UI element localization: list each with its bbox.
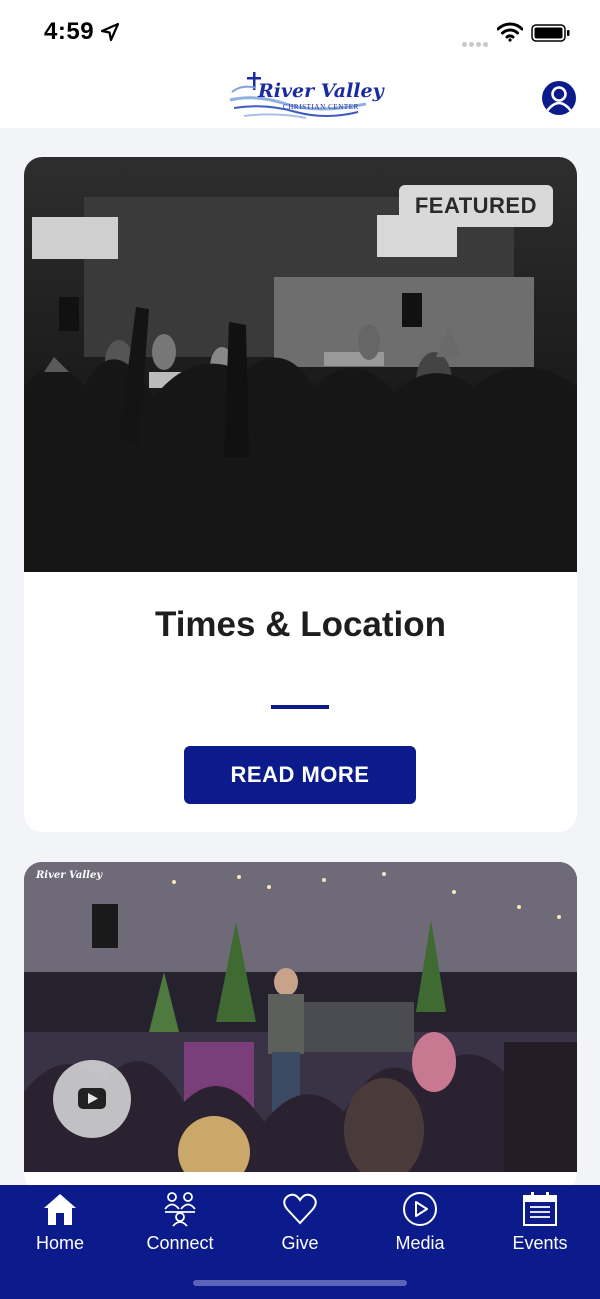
tab-events-label: Events (512, 1233, 568, 1253)
calendar-icon (523, 1192, 557, 1226)
logo-subtitle: CHRISTIAN CENTER (283, 103, 359, 111)
church-logo[interactable]: River Valley CHRISTIAN CENTER (226, 70, 384, 124)
tab-give-label: Give (281, 1233, 319, 1253)
person-circle-icon (545, 86, 573, 112)
battery-icon (531, 24, 570, 42)
worship-photo: FEATURED (24, 157, 577, 572)
featured-badge: FEATURED (398, 185, 553, 227)
people-icon (164, 1192, 196, 1227)
tab-media[interactable]: Media (360, 1185, 480, 1265)
tab-give[interactable]: Give (240, 1185, 360, 1265)
home-icon (44, 1194, 76, 1225)
sermon-video-thumbnail[interactable]: River Valley (24, 862, 577, 1172)
app-header: River Valley CHRISTIAN CENTER (0, 64, 600, 128)
youtube-play-icon (78, 1088, 106, 1109)
heart-icon (283, 1193, 317, 1225)
read-more-button[interactable]: READ MORE (184, 746, 416, 804)
title-divider (271, 705, 329, 709)
bottom-tab-bar: Home Connect Give Media Events (0, 1185, 600, 1299)
content-feed[interactable]: FEATURED Times & Location READ MORE Rive… (0, 128, 600, 1185)
home-indicator[interactable] (193, 1280, 407, 1286)
card-title: Times & Location (154, 605, 447, 644)
video-card[interactable]: River Valley (24, 862, 577, 1185)
tab-connect-label: Connect (146, 1233, 214, 1253)
tab-events[interactable]: Events (480, 1185, 600, 1265)
tab-home-label: Home (35, 1233, 84, 1253)
tab-connect[interactable]: Connect (120, 1185, 240, 1265)
status-time: 4:59 (44, 18, 95, 45)
logo-title: River Valley (258, 80, 384, 102)
wifi-icon (497, 22, 523, 42)
tab-media-label: Media (395, 1233, 445, 1253)
featured-card[interactable]: FEATURED Times & Location READ MORE (24, 157, 577, 832)
cellular-signal-icon (462, 34, 490, 52)
location-arrow-icon (100, 22, 120, 42)
tab-home[interactable]: Home (0, 1185, 120, 1265)
play-button[interactable] (53, 1060, 131, 1138)
play-circle-icon (403, 1192, 437, 1226)
status-bar: 4:59 (0, 0, 600, 64)
video-watermark: River Valley (36, 870, 103, 881)
profile-button[interactable] (542, 81, 576, 115)
